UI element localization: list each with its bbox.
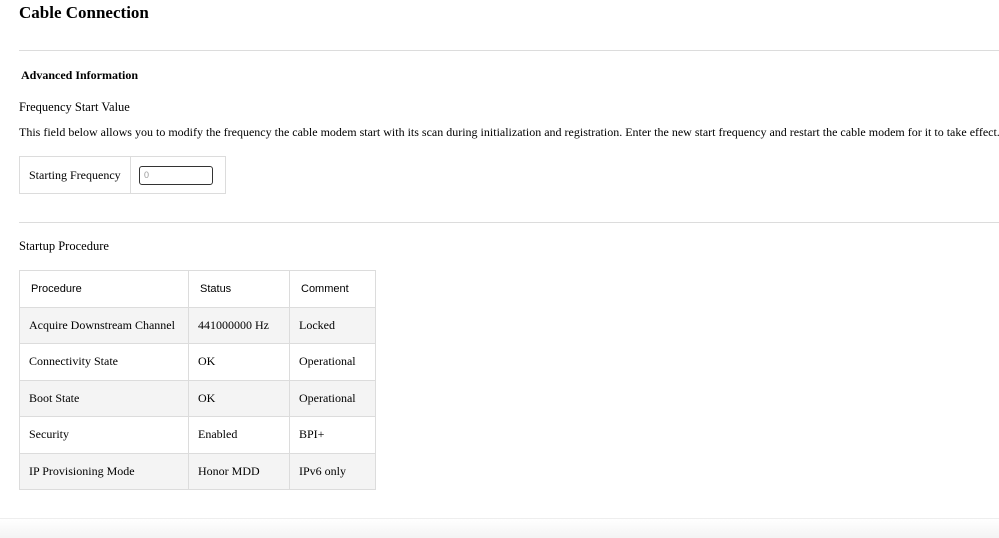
divider [19, 50, 999, 51]
table-row: Acquire Downstream Channel 441000000 Hz … [19, 306, 376, 344]
column-header-comment: Comment [289, 270, 376, 308]
page: Cable Connection Advanced Information Fr… [0, 0, 999, 538]
table-header-row: Procedure Status Comment [19, 270, 376, 308]
starting-frequency-label: Starting Frequency [20, 157, 131, 193]
column-header-procedure: Procedure [19, 270, 189, 308]
section-heading-advanced: Advanced Information [21, 68, 139, 82]
startup-procedure-table: Procedure Status Comment Acquire Downstr… [19, 270, 376, 490]
procedure-cell: Boot State [19, 379, 189, 417]
frequency-description: This field below allows you to modify th… [19, 125, 999, 139]
status-cell: 441000000 Hz [188, 306, 290, 344]
starting-frequency-box: Starting Frequency [19, 156, 226, 194]
procedure-cell: Security [19, 416, 189, 454]
table-row: Security Enabled BPI+ [19, 416, 376, 454]
column-header-status: Status [188, 270, 290, 308]
comment-cell: BPI+ [289, 416, 376, 454]
divider [19, 222, 999, 223]
status-cell: Enabled [188, 416, 290, 454]
procedure-cell: IP Provisioning Mode [19, 452, 189, 490]
procedure-cell: Connectivity State [19, 343, 189, 381]
startup-procedure-label: Startup Procedure [19, 239, 109, 253]
status-cell: OK [188, 343, 290, 381]
starting-frequency-cell [131, 157, 225, 193]
comment-cell: IPv6 only [289, 452, 376, 490]
procedure-cell: Acquire Downstream Channel [19, 306, 189, 344]
status-cell: Honor MDD [188, 452, 290, 490]
page-footer-edge [0, 518, 999, 538]
comment-cell: Operational [289, 379, 376, 417]
comment-cell: Operational [289, 343, 376, 381]
starting-frequency-input[interactable] [139, 165, 213, 185]
page-title: Cable Connection [19, 3, 149, 22]
table-row: Boot State OK Operational [19, 379, 376, 417]
frequency-start-label: Frequency Start Value [19, 100, 130, 114]
table-row: IP Provisioning Mode Honor MDD IPv6 only [19, 452, 376, 490]
status-cell: OK [188, 379, 290, 417]
table-row: Connectivity State OK Operational [19, 343, 376, 381]
comment-cell: Locked [289, 306, 376, 344]
